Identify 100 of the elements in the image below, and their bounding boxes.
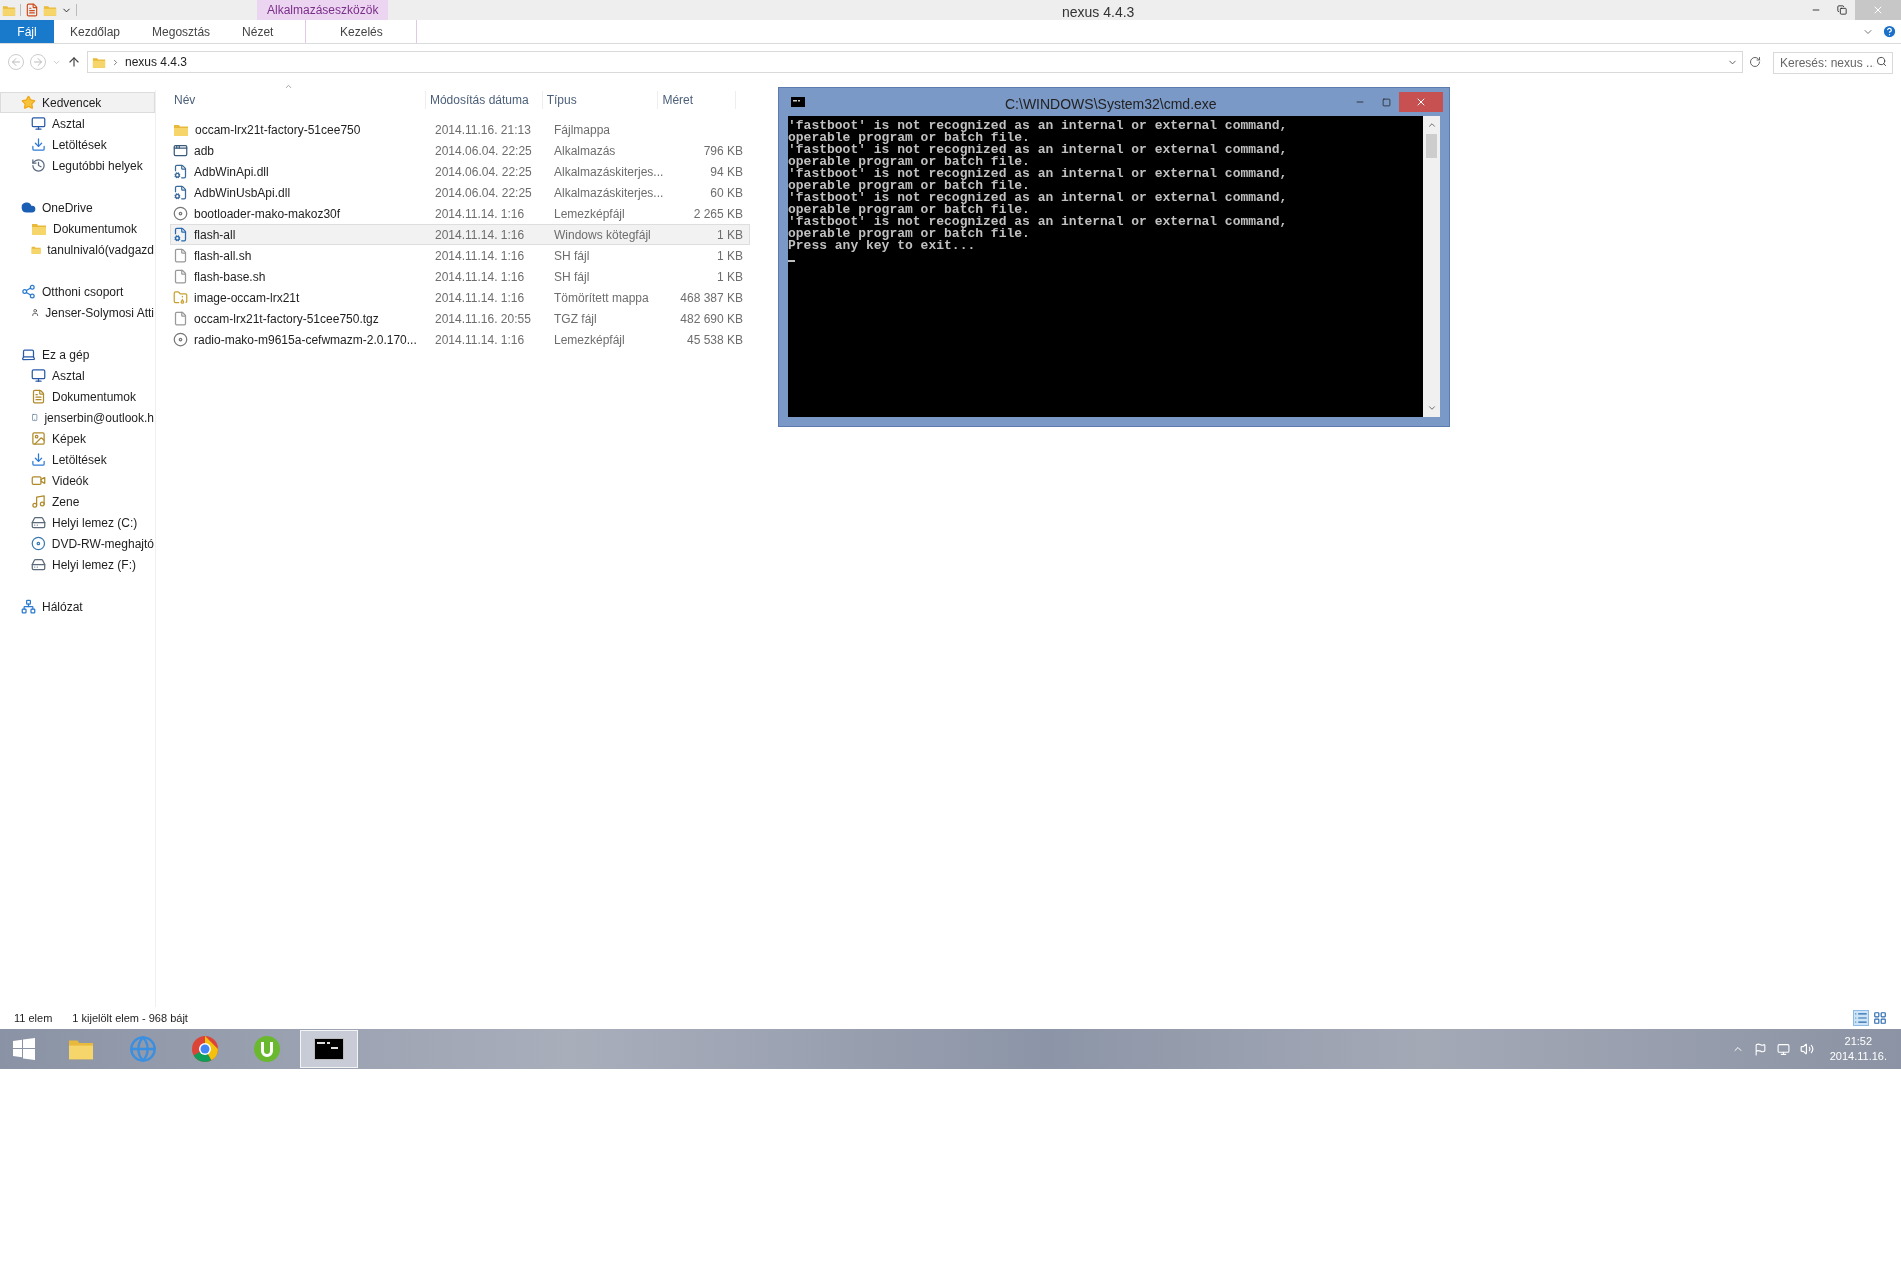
folder-icon bbox=[2, 3, 16, 17]
drive-icon bbox=[31, 515, 46, 530]
file-name: image-occam-lrx21t bbox=[194, 289, 300, 307]
window-title: nexus 4.4.3 bbox=[1062, 3, 1135, 22]
file-row[interactable]: flash-all.sh 2014.11.14. 1:16 SH fájl 1 KB bbox=[170, 245, 750, 266]
details-view-icon[interactable] bbox=[1853, 1010, 1869, 1026]
navigation-item[interactable]: Videók bbox=[0, 470, 155, 491]
globe-icon bbox=[129, 1035, 157, 1063]
navigation-item[interactable]: Helyi lemez (C:) bbox=[0, 512, 155, 533]
video-icon bbox=[31, 473, 46, 488]
torrent-icon bbox=[253, 1035, 281, 1063]
navigation-item[interactable]: Asztal bbox=[0, 365, 155, 386]
navigation-item[interactable]: Legutóbbi helyek bbox=[0, 155, 155, 176]
scroll-down-icon[interactable] bbox=[1426, 403, 1437, 413]
file-date: 2014.06.04. 22:25 bbox=[434, 184, 533, 202]
file-row[interactable]: radio-mako-m9615a-cefwmazm-2.0.170... 2014.11.14. 1:16 Lemezképfájl 45 538 KB bbox=[170, 329, 750, 350]
new-folder-icon bbox=[43, 3, 57, 17]
address-field[interactable]: nexus 4.4.3 bbox=[87, 51, 1743, 73]
volume-icon[interactable] bbox=[1799, 1042, 1814, 1056]
file-row[interactable]: AdbWinApi.dll 2014.06.04. 22:25 Alkalmazáskiterjes... 94 KB bbox=[170, 161, 750, 182]
column-header[interactable]: Név bbox=[170, 91, 425, 109]
file-date: 2014.11.14. 1:16 bbox=[434, 331, 526, 349]
file-row[interactable]: occam-lrx21t-factory-51cee750 2014.11.16. 21:13 Fájlmappa bbox=[170, 119, 750, 140]
file-name: radio-mako-m9615a-cefwmazm-2.0.170... bbox=[194, 331, 417, 349]
file-tab[interactable]: Fájl bbox=[0, 20, 54, 43]
file-date: 2014.06.04. 22:25 bbox=[434, 142, 533, 160]
file-row[interactable]: flash-base.sh 2014.11.14. 1:16 SH fájl 1 KB bbox=[170, 266, 750, 287]
scroll-thumb[interactable] bbox=[1426, 134, 1437, 158]
navigation-item[interactable]: DVD-RW-meghajtó bbox=[0, 533, 155, 554]
file-date: 2014.11.14. 1:16 bbox=[434, 268, 526, 286]
navigation-item[interactable]: Helyi lemez (F:) bbox=[0, 554, 155, 575]
file-size: 45 538 KB bbox=[686, 332, 743, 347]
ribbon-tab[interactable]: Megosztás bbox=[136, 20, 227, 43]
navigation-item[interactable]: Letöltések bbox=[0, 449, 155, 470]
file-icon bbox=[173, 269, 188, 284]
navigation-item[interactable]: Letöltések bbox=[0, 134, 155, 155]
file-row[interactable]: AdbWinUsbApi.dll 2014.06.04. 22:25 Alkalmazáskiterjes... 60 KB bbox=[170, 182, 750, 203]
navigation-item[interactable]: Képek bbox=[0, 428, 155, 449]
file-name: flash-all.sh bbox=[194, 247, 252, 265]
network-status-icon[interactable] bbox=[1776, 1042, 1790, 1056]
scroll-up-icon[interactable] bbox=[1426, 120, 1437, 130]
ribbon-tab[interactable]: Nézet bbox=[226, 20, 290, 43]
ribbon-tab[interactable]: Kezdőlap bbox=[54, 20, 137, 43]
file-row[interactable]: occam-lrx21t-factory-51cee750.tgz 2014.11.16. 20:55 TGZ fájl 482 690 KB bbox=[170, 308, 750, 329]
flag-icon[interactable] bbox=[1753, 1042, 1767, 1056]
document-icon bbox=[31, 389, 46, 404]
breadcrumb[interactable]: nexus 4.4.3 bbox=[125, 53, 188, 71]
navigation-item[interactable]: OneDrive bbox=[0, 197, 155, 218]
file-size: 796 KB bbox=[703, 143, 743, 158]
search-field[interactable]: Keresés: nexus ... bbox=[1773, 52, 1893, 74]
scrollbar[interactable] bbox=[1423, 116, 1440, 417]
navigation-item[interactable]: jenserbin@outlook.h bbox=[0, 407, 155, 428]
navigation-item[interactable]: Dokumentumok bbox=[0, 386, 155, 407]
file-row[interactable]: flash-all 2014.11.14. 1:16 Windows kötegfájl 1 KB bbox=[170, 224, 750, 245]
file-date: 2014.11.14. 1:16 bbox=[434, 226, 526, 244]
column-header[interactable]: Méret bbox=[657, 91, 736, 109]
navigation-item[interactable]: Jenser-Solymosi Atti bbox=[0, 302, 155, 323]
gear-file-icon bbox=[173, 185, 188, 200]
file-date: 2014.11.14. 1:16 bbox=[434, 247, 526, 265]
file-size: 1 KB bbox=[717, 269, 743, 284]
navigation-item[interactable]: Asztal bbox=[0, 113, 155, 134]
tiles-view-icon[interactable] bbox=[1873, 1011, 1887, 1025]
navigation-item[interactable]: Otthoni csoport bbox=[0, 281, 155, 302]
file-date: 2014.11.16. 21:13 bbox=[434, 121, 532, 139]
file-row[interactable]: adb 2014.06.04. 22:25 Alkalmazás 796 KB bbox=[170, 140, 750, 161]
up-icon[interactable] bbox=[67, 55, 81, 69]
console-line: operable program or batch file. bbox=[788, 204, 1030, 216]
navigation-item[interactable]: Dokumentumok bbox=[0, 218, 155, 239]
navigation-item[interactable]: Hálózat bbox=[0, 596, 155, 617]
console-line: 'fastboot' is not recognized as an internal or external command, bbox=[788, 216, 1288, 228]
navigation-item[interactable]: Ez a gép bbox=[0, 344, 155, 365]
refresh-icon[interactable] bbox=[1749, 56, 1761, 68]
file-row[interactable]: image-occam-lrx21t 2014.11.14. 1:16 Tömörített mappa 468 387 KB bbox=[170, 287, 750, 308]
file-name: flash-all bbox=[194, 226, 236, 244]
console-line: 'fastboot' is not recognized as an internal or external command, bbox=[788, 192, 1288, 204]
application-icon bbox=[173, 143, 188, 158]
monitor-icon bbox=[31, 116, 46, 131]
file-row[interactable]: bootloader-mako-makoz30f 2014.11.14. 1:16 Lemezképfájl 2 265 KB bbox=[170, 203, 750, 224]
file-type: Alkalmazáskiterjes... bbox=[553, 163, 665, 181]
file-icon bbox=[173, 311, 188, 326]
taskbar-app[interactable] bbox=[300, 1030, 358, 1068]
music-icon bbox=[31, 494, 46, 509]
file-type: Fájlmappa bbox=[553, 121, 612, 139]
cloud-icon bbox=[21, 200, 36, 215]
column-header[interactable]: Módosítás dátuma bbox=[424, 91, 542, 109]
help-icon[interactable] bbox=[1882, 24, 1897, 39]
breadcrumb-separator-icon bbox=[111, 57, 120, 67]
navigation-item[interactable]: Kedvencek bbox=[0, 92, 155, 113]
navigation-item[interactable]: tanulnivaló(vadgazd bbox=[0, 239, 155, 260]
disc-icon bbox=[173, 332, 188, 347]
restore-icon bbox=[1837, 5, 1847, 15]
folder-icon bbox=[31, 221, 47, 236]
column-header[interactable]: Típus bbox=[541, 91, 658, 109]
properties-icon[interactable] bbox=[25, 3, 39, 17]
zip-folder-icon bbox=[173, 290, 188, 305]
console-line: operable program or batch file. bbox=[788, 180, 1030, 192]
navigation-item[interactable]: Zene bbox=[0, 491, 155, 512]
file-type: SH fájl bbox=[553, 268, 591, 286]
console-line: operable program or batch file. bbox=[788, 132, 1030, 144]
sort-icon bbox=[284, 82, 293, 91]
